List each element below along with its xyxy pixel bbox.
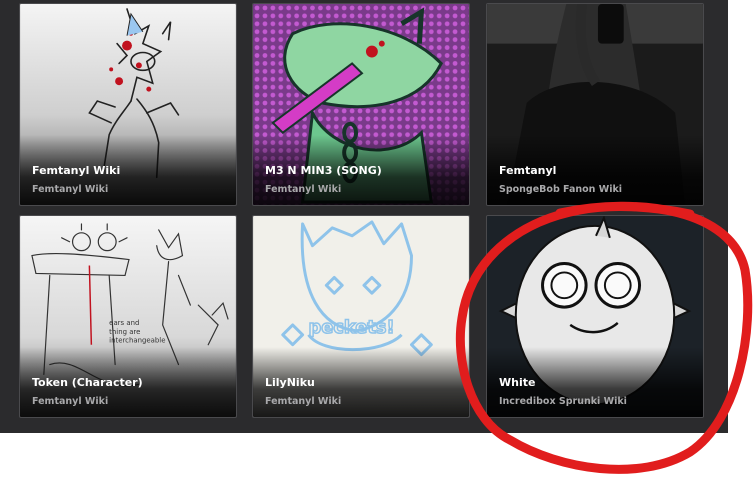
result-title[interactable]: Token (Character) bbox=[32, 376, 143, 389]
result-community: Femtanyl Wiki bbox=[32, 184, 109, 195]
result-title[interactable]: Femtanyl bbox=[499, 164, 556, 177]
result-card-femtanyl-wiki[interactable]: Femtanyl Wiki Femtanyl Wiki bbox=[19, 3, 237, 206]
thumbnail-watermark-text: peckets! bbox=[309, 317, 395, 338]
result-community: SpongeBob Fanon Wiki bbox=[499, 184, 623, 195]
result-title[interactable]: White bbox=[499, 376, 535, 389]
search-results-panel: Femtanyl Wiki Femtanyl Wiki M3 N MIN3 (S… bbox=[0, 0, 728, 433]
result-card-white[interactable]: White Incredibox Sprunki Wiki bbox=[486, 215, 704, 418]
result-community: Femtanyl Wiki bbox=[32, 396, 109, 407]
result-community: Incredibox Sprunki Wiki bbox=[499, 396, 627, 407]
result-card-lilyniku[interactable]: peckets! LilyNiku Femtanyl Wiki bbox=[252, 215, 470, 418]
svg-text:ears and: ears and bbox=[109, 319, 139, 327]
svg-text:interchangeable: interchangeable bbox=[109, 337, 165, 345]
result-title[interactable]: M3 N MIN3 (SONG) bbox=[265, 164, 382, 177]
result-title[interactable]: Femtanyl Wiki bbox=[32, 164, 120, 177]
result-card-token-character[interactable]: ears and thing are interchangeable Token… bbox=[19, 215, 237, 418]
result-community: Femtanyl Wiki bbox=[265, 396, 342, 407]
result-title[interactable]: LilyNiku bbox=[265, 376, 315, 389]
result-card-m3-n-min3-song[interactable]: M3 N MIN3 (SONG) Femtanyl Wiki bbox=[252, 3, 470, 206]
result-community: Femtanyl Wiki bbox=[265, 184, 342, 195]
svg-text:thing are: thing are bbox=[109, 328, 140, 336]
result-card-femtanyl[interactable]: Femtanyl SpongeBob Fanon Wiki bbox=[486, 3, 704, 206]
